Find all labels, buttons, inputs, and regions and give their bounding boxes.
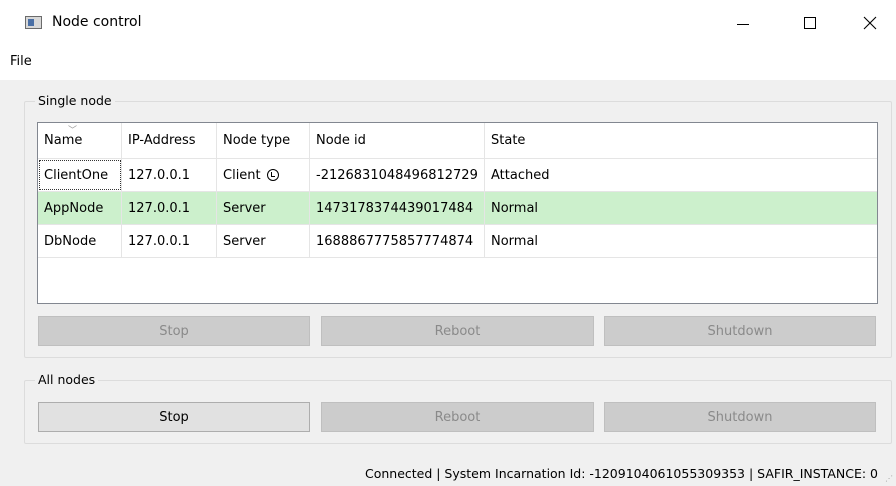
single-reboot-button[interactable]: Reboot xyxy=(321,316,594,346)
table-row[interactable]: ClientOne 127.0.0.1 Client -212683104849… xyxy=(38,158,877,191)
window-title: Node control xyxy=(52,14,142,30)
cell-node-type[interactable]: Server xyxy=(217,192,310,224)
cell-node-id[interactable]: 1688867775857774874 xyxy=(310,225,485,257)
cell-node-id[interactable]: -2126831048496812729 xyxy=(310,159,485,191)
cell-state[interactable]: Normal xyxy=(485,192,877,224)
cell-node-type[interactable]: Server xyxy=(217,225,310,257)
table-header: ﹀ Name IP-Address Node type Node id Stat… xyxy=(38,123,877,158)
single-node-title: Single node xyxy=(35,93,115,108)
column-header-name[interactable]: ﹀ Name xyxy=(38,123,122,158)
column-header-state[interactable]: State xyxy=(485,123,877,158)
sort-indicator-icon: ﹀ xyxy=(68,126,78,136)
close-button[interactable] xyxy=(847,0,893,46)
title-bar: Node control xyxy=(0,0,896,46)
column-header-node-type[interactable]: Node type xyxy=(217,123,310,158)
status-text: Connected | System Incarnation Id: -1209… xyxy=(364,466,878,481)
node-table[interactable]: ﹀ Name IP-Address Node type Node id Stat… xyxy=(37,122,878,304)
all-shutdown-button[interactable]: Shutdown xyxy=(604,402,876,432)
minimize-button[interactable] xyxy=(720,0,766,46)
close-icon xyxy=(863,16,877,30)
cell-name[interactable]: AppNode xyxy=(38,192,122,224)
cell-name[interactable]: DbNode xyxy=(38,225,122,257)
cell-ip[interactable]: 127.0.0.1 xyxy=(122,192,217,224)
table-row-selected[interactable]: AppNode 127.0.0.1 Server 147317837443901… xyxy=(38,191,877,224)
table-row[interactable]: DbNode 127.0.0.1 Server 1688867775857774… xyxy=(38,224,877,257)
cell-node-id[interactable]: 1473178374439017484 xyxy=(310,192,485,224)
resize-grip-icon[interactable]: ⋰ xyxy=(885,474,893,483)
cell-node-type[interactable]: Client xyxy=(217,159,310,191)
maximize-icon xyxy=(804,17,816,29)
lock-icon xyxy=(266,169,279,181)
maximize-button[interactable] xyxy=(787,0,833,46)
single-shutdown-button[interactable]: Shutdown xyxy=(604,316,876,346)
row-divider xyxy=(38,257,877,258)
menu-file[interactable]: File xyxy=(10,54,32,69)
column-header-node-id[interactable]: Node id xyxy=(310,123,485,158)
all-stop-button[interactable]: Stop xyxy=(38,402,310,432)
menu-bar: File xyxy=(0,46,896,80)
all-nodes-title: All nodes xyxy=(35,372,99,387)
all-reboot-button[interactable]: Reboot xyxy=(321,402,594,432)
cell-state[interactable]: Normal xyxy=(485,225,877,257)
app-icon xyxy=(25,16,42,29)
cell-ip[interactable]: 127.0.0.1 xyxy=(122,159,217,191)
minimize-icon xyxy=(737,23,749,25)
column-header-ip[interactable]: IP-Address xyxy=(122,123,217,158)
cell-name[interactable]: ClientOne xyxy=(38,159,122,191)
single-stop-button[interactable]: Stop xyxy=(38,316,310,346)
cell-state[interactable]: Attached xyxy=(485,159,877,191)
cell-ip[interactable]: 127.0.0.1 xyxy=(122,225,217,257)
